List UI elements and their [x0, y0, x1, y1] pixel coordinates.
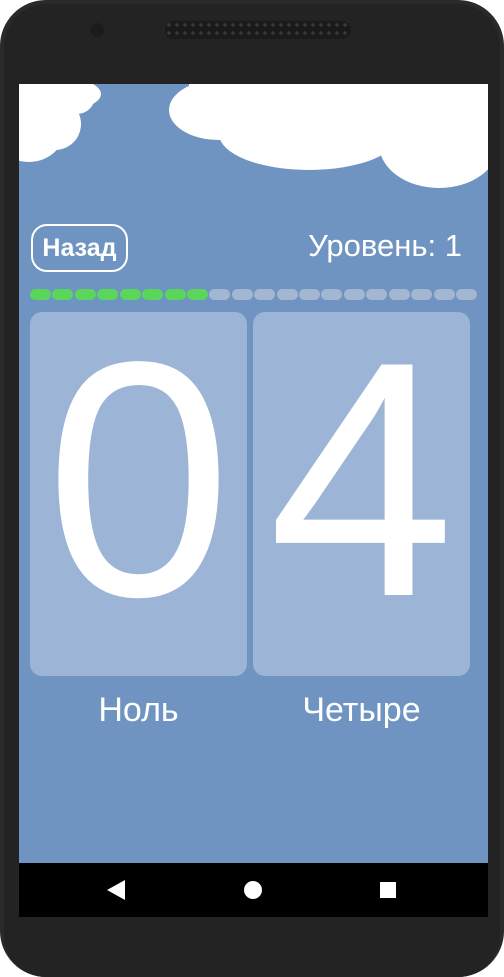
level-progress-bar [30, 289, 477, 300]
earpiece-speaker [165, 21, 351, 39]
progress-segment-pending [231, 289, 253, 300]
digit-card-2[interactable]: 4 [253, 312, 470, 676]
system-nav-bar [19, 863, 488, 917]
digit-1: 0 [45, 312, 232, 666]
front-camera [90, 23, 104, 37]
progress-segment-pending [299, 289, 321, 300]
progress-segment-done [119, 289, 141, 300]
progress-segment-pending [254, 289, 276, 300]
recents-square-icon[interactable] [374, 876, 402, 904]
progress-segment-pending [321, 289, 343, 300]
progress-segment-done [164, 289, 186, 300]
progress-segment-done [74, 289, 96, 300]
back-button[interactable]: Назад [31, 224, 128, 272]
level-label: Уровень: 1 [308, 228, 462, 263]
progress-segment-pending [411, 289, 433, 300]
progress-segment-done [142, 289, 164, 300]
home-circle-icon[interactable] [239, 876, 267, 904]
progress-segment-pending [276, 289, 298, 300]
progress-segment-pending [209, 289, 231, 300]
progress-segment-done [30, 289, 51, 300]
progress-segment-done [186, 289, 208, 300]
back-triangle-icon[interactable] [102, 876, 130, 904]
digit-2: 4 [268, 312, 455, 666]
progress-segment-done [97, 289, 119, 300]
progress-segment-pending [456, 289, 477, 300]
progress-segment-pending [388, 289, 410, 300]
progress-segment-pending [343, 289, 365, 300]
app-screen: Назад Уровень: 1 0 4 Ноль Четыре [19, 84, 488, 863]
word-label-2: Четыре [302, 691, 421, 729]
digit-card-1[interactable]: 0 [30, 312, 247, 676]
progress-segment-done [52, 289, 74, 300]
progress-segment-pending [366, 289, 388, 300]
progress-segment-pending [433, 289, 455, 300]
word-label-1: Ноль [98, 691, 179, 729]
clouds-decoration [19, 84, 488, 188]
